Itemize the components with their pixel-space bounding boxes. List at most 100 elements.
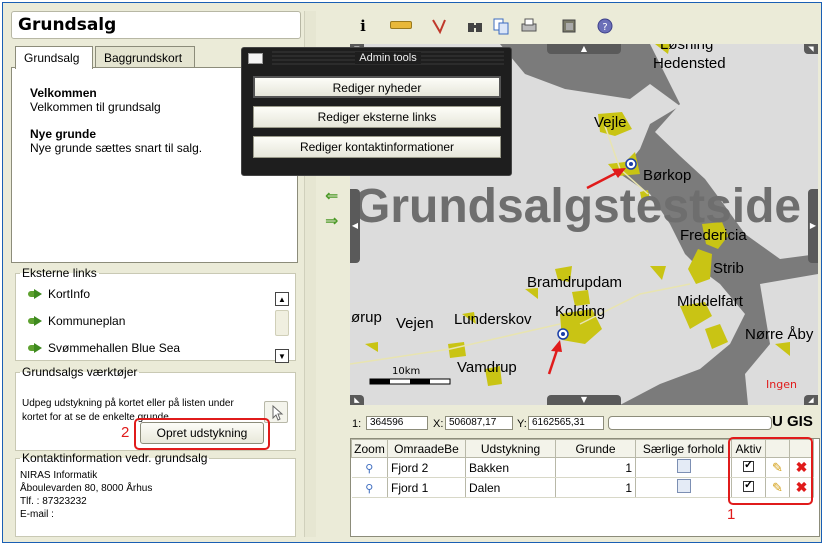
scale-prefix: 1:: [352, 418, 362, 430]
admin-title-text: Admin tools: [355, 52, 421, 64]
area-cell: Fjord 1: [387, 477, 466, 498]
callout-box-1: [728, 437, 813, 505]
svg-text:?: ?: [602, 22, 607, 33]
scroll-down-icon[interactable]: ▼: [275, 349, 289, 363]
subdivision-marker-kolding: [557, 328, 569, 340]
window-icon[interactable]: [248, 53, 263, 64]
link-item[interactable]: Svømmehallen Blue Sea: [16, 334, 295, 361]
x-label: X:: [433, 418, 444, 430]
pan-down-icon[interactable]: ▼: [547, 395, 621, 405]
col-plots[interactable]: Grunde: [555, 439, 636, 458]
corner-label: Ingen: [766, 378, 797, 391]
pan-right-icon[interactable]: ▶: [808, 189, 818, 263]
plots-cell: 1: [555, 477, 636, 498]
contact-line: Åboulevarden 80, 8000 Århus: [20, 483, 153, 494]
edit-links-button[interactable]: Rediger eksterne links: [253, 106, 501, 128]
col-special[interactable]: Særlige forhold: [635, 439, 732, 458]
pan-topright-icon[interactable]: ◥: [804, 44, 818, 54]
place-label: Vamdrup: [457, 359, 517, 376]
link-label: Svømmehallen Blue Sea: [48, 340, 181, 355]
zoom-icon[interactable]: ⚲: [365, 463, 373, 475]
tab-baggrundskort[interactable]: Baggrundskort: [95, 46, 195, 68]
expand-right-icon[interactable]: ⇒: [325, 211, 338, 230]
scroll-up-icon[interactable]: ▲: [275, 292, 289, 306]
callout-2: 2: [121, 424, 130, 441]
scale-value: 364596: [366, 416, 428, 430]
external-links-legend: Eksterne links: [22, 266, 97, 280]
link-label: Kommuneplan: [48, 313, 126, 328]
contact-line: E-mail :: [20, 509, 54, 520]
contact-line: NIRAS Informatik: [20, 470, 98, 481]
print-icon[interactable]: [520, 17, 538, 35]
link-item[interactable]: Kommuneplan: [16, 307, 295, 334]
place-label: Lunderskov: [454, 311, 532, 328]
collapse-left-icon[interactable]: ⇐: [325, 186, 338, 205]
link-arrow-icon: [28, 315, 44, 326]
x-value: 506087,17: [445, 416, 513, 430]
map-watermark: Grundsalgstestside: [353, 180, 802, 233]
create-subdivision-button[interactable]: Opret udstykning: [140, 422, 264, 444]
links-scrollbar[interactable]: ▲ ▼: [275, 292, 289, 368]
place-label: Kolding: [555, 303, 606, 320]
place-label: Middelfart: [677, 293, 743, 310]
contact-legend: Kontaktinformation vedr. grundsalg: [22, 451, 208, 465]
contact-line: Tlf. : 87323232: [20, 496, 87, 507]
ugis-logo: U GIS: [772, 413, 813, 430]
status-field: [608, 416, 772, 430]
link-label: KortInfo: [48, 286, 91, 301]
place-label: ørup: [351, 309, 382, 326]
plots-cell: 1: [555, 457, 636, 478]
y-value: 6162565,31: [528, 416, 604, 430]
admin-tools-dialog: Admin tools Rediger nyheder Rediger ekst…: [241, 47, 512, 176]
ruler-icon[interactable]: [390, 21, 412, 29]
layers-icon[interactable]: [560, 17, 578, 35]
pan-bottomleft-icon[interactable]: ◣: [350, 395, 364, 405]
app-window: Grundsalg Grundsalg Baggrundskort Velkom…: [2, 2, 822, 543]
zoom-icon[interactable]: ⚲: [365, 483, 373, 495]
map-toolbar: i ?: [348, 11, 818, 41]
info-icon[interactable]: i: [354, 17, 372, 35]
zoom-cell[interactable]: ⚲: [351, 457, 388, 478]
coordinate-bar: 1: 364596 X: 506087,17 Y: 6162565,31 U G…: [350, 413, 820, 435]
col-subdivision[interactable]: Udstykning: [465, 439, 556, 458]
place-label: Vejle: [594, 114, 627, 131]
edit-news-button[interactable]: Rediger nyheder: [253, 76, 501, 98]
subdivision-marker-vejle: [625, 158, 637, 170]
pan-left-icon[interactable]: ◀: [350, 189, 360, 263]
tab-grundsalg[interactable]: Grundsalg: [15, 46, 93, 69]
contact-panel: Kontaktinformation vedr. grundsalg NIRAS…: [15, 451, 296, 537]
scale-label: 10km: [392, 366, 421, 377]
place-label: Løsning: [660, 44, 714, 53]
col-area[interactable]: OmraadeBe: [387, 439, 466, 458]
special-cell[interactable]: [635, 457, 732, 478]
special-cell[interactable]: [635, 477, 732, 498]
subdivision-cell: Dalen: [465, 477, 556, 498]
pan-bottomright-icon[interactable]: ◢: [804, 395, 818, 405]
document-icon[interactable]: [676, 459, 691, 473]
tools-legend: Grundsalgs værktøjer: [22, 365, 138, 379]
pan-up-icon[interactable]: ▲: [547, 44, 621, 54]
scroll-thumb[interactable]: [275, 310, 289, 336]
document-icon[interactable]: [676, 479, 691, 493]
edit-contact-button[interactable]: Rediger kontaktinformationer: [253, 136, 501, 158]
link-arrow-icon: [28, 342, 44, 353]
place-label: Hedensted: [653, 55, 726, 72]
place-label: Vejen: [396, 315, 434, 332]
col-zoom[interactable]: Zoom: [351, 439, 388, 458]
help-icon[interactable]: ?: [596, 17, 614, 35]
area-cell: Fjord 2: [387, 457, 466, 478]
copy-icon[interactable]: [492, 17, 510, 35]
admin-title[interactable]: Admin tools: [272, 51, 504, 65]
callout-1: 1: [727, 506, 736, 523]
place-label: Bramdrupdam: [527, 274, 623, 291]
link-arrow-icon: [28, 288, 44, 299]
external-links-panel: Eksterne links KortInfo Kommuneplan Svøm…: [15, 266, 296, 363]
place-label: Strib: [713, 260, 744, 277]
zoom-cell[interactable]: ⚲: [351, 477, 388, 498]
subdivision-cell: Bakken: [465, 457, 556, 478]
place-label: Nørre Åby: [745, 326, 814, 343]
y-label: Y:: [517, 418, 527, 430]
pen-icon[interactable]: [430, 17, 448, 35]
binoculars-icon[interactable]: [466, 17, 484, 35]
link-item[interactable]: KortInfo: [16, 280, 295, 307]
